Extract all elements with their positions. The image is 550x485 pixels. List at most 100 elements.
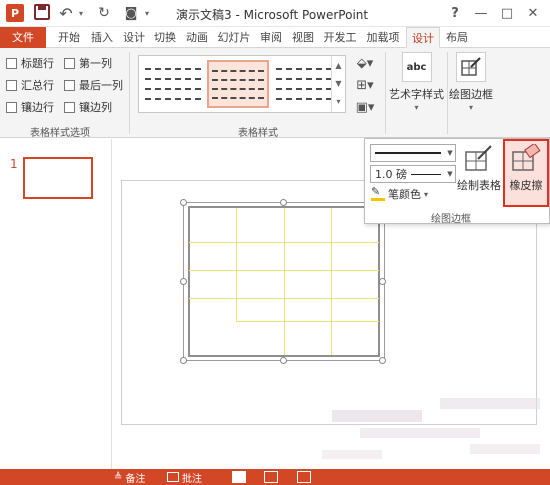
undo-icon[interactable]: ↶ (58, 4, 74, 23)
group-label-table-styles: 表格样式 (238, 128, 278, 139)
ribbon-tabs: 文件 开始 插入 设计 切换 动画 幻灯片 审阅 视图 开发工 加载项 设计 布… (0, 27, 550, 48)
comments-label: 批注 (182, 473, 202, 485)
customize-toolbar-icon[interactable]: ▾ (142, 4, 152, 22)
checkbox-box[interactable] (6, 101, 17, 113)
checkbox-box[interactable] (64, 57, 75, 69)
group-divider (447, 52, 448, 134)
table-style-option[interactable] (142, 60, 204, 108)
group-label-table-style-options: 表格样式选项 (30, 128, 90, 139)
dropdown-caret-icon: ▾ (414, 103, 419, 112)
pen-style-dropdown[interactable]: ▼ (370, 144, 456, 162)
reading-view-icon[interactable] (297, 471, 311, 483)
gallery-scroll: ▲ ▼ ▾ (331, 56, 345, 112)
resize-handle[interactable] (280, 357, 287, 364)
wordart-styles-button[interactable]: abc 艺术字样式 ▾ (389, 52, 444, 112)
table-style-option-selected[interactable] (207, 60, 269, 108)
resize-handle[interactable] (379, 357, 386, 364)
wordart-styles-label: 艺术字样式 (389, 88, 444, 101)
tab-developer[interactable]: 开发工 (320, 27, 360, 48)
tab-home[interactable]: 开始 (55, 27, 83, 48)
checkbox-label: 第一列 (79, 57, 112, 70)
tab-view[interactable]: 视图 (289, 27, 317, 48)
draw-table-label: 绘制表格 (457, 179, 501, 192)
notes-label: 备注 (125, 473, 146, 485)
slide-number: 1 (10, 157, 18, 171)
redo-icon[interactable]: ↻ (96, 4, 112, 22)
pen-color-icon: ✎ (371, 186, 385, 201)
pen-color-button[interactable]: ✎ 笔颜色 ▾ (371, 186, 428, 202)
draw-table-button[interactable]: 绘制表格 (457, 144, 501, 193)
checkbox-box[interactable] (64, 101, 75, 113)
restore-button[interactable]: □ (498, 4, 516, 22)
table-style-option[interactable] (273, 60, 335, 108)
powerpoint-logo-icon[interactable]: P (6, 4, 24, 22)
close-button[interactable]: ✕ (524, 4, 542, 22)
shading-icon[interactable]: ⬙▾ (352, 54, 378, 72)
draw-borders-panel: ▼ 1.0 磅 ▼ ✎ 笔颜色 ▾ 绘制表格 橡皮擦 绘图边框 (364, 138, 550, 225)
pen-weight-value: 1.0 磅 (375, 168, 407, 181)
effects-icon[interactable]: ▣▾ (352, 98, 378, 116)
checkbox-total-row[interactable]: 汇总行 (6, 77, 54, 93)
tab-file[interactable]: 文件 (0, 27, 46, 48)
group-divider (385, 52, 386, 134)
save-icon[interactable] (34, 4, 50, 20)
tab-transitions[interactable]: 切换 (151, 27, 179, 48)
draw-borders-label: 绘图边框 (449, 88, 493, 101)
eraser-label: 橡皮擦 (509, 179, 543, 192)
resize-handle[interactable] (280, 199, 287, 206)
tab-insert[interactable]: 插入 (88, 27, 116, 48)
watermark-scrap (322, 450, 382, 459)
tab-table-design[interactable]: 设计 (406, 27, 440, 48)
gallery-scroll-up-icon[interactable]: ▲ (332, 56, 345, 74)
table-column-line (284, 208, 285, 355)
dropdown-arrow-icon: ▾ (424, 189, 429, 199)
checkbox-box[interactable] (64, 79, 75, 91)
slideshow-icon[interactable]: ◙ (122, 4, 140, 22)
resize-handle[interactable] (180, 357, 187, 364)
draw-borders-icon (456, 52, 486, 82)
tab-table-layout[interactable]: 布局 (442, 27, 472, 48)
comments-button[interactable]: 批注 (167, 470, 202, 485)
normal-view-icon[interactable] (232, 471, 246, 483)
eraser-icon (511, 142, 541, 174)
watermark-scrap (332, 410, 422, 422)
gallery-more-icon[interactable]: ▾ (332, 92, 345, 110)
tab-slideshow[interactable]: 幻灯片 (214, 27, 254, 48)
checkbox-banded-columns[interactable]: 镶边列 (64, 99, 112, 115)
checkbox-label: 最后一列 (79, 79, 123, 92)
gallery-scroll-down-icon[interactable]: ▼ (332, 74, 345, 92)
dropdown-arrow-icon: ▼ (447, 149, 453, 157)
pen-weight-dropdown[interactable]: 1.0 磅 ▼ (370, 165, 456, 183)
checkbox-first-column[interactable]: 第一列 (64, 55, 112, 71)
checkbox-banded-rows[interactable]: 镶边行 (6, 99, 54, 115)
slide-sorter-view-icon[interactable] (264, 471, 278, 483)
tab-addins[interactable]: 加载项 (363, 27, 403, 48)
notes-icon: ≜ (114, 471, 123, 483)
table-row-line (236, 321, 379, 322)
slide-thumbnail[interactable] (23, 157, 93, 199)
help-button[interactable]: ? (446, 4, 464, 22)
checkbox-box[interactable] (6, 57, 17, 69)
minimize-button[interactable]: — (472, 4, 490, 22)
undo-dropdown-icon[interactable]: ▾ (76, 4, 86, 22)
tab-animations[interactable]: 动画 (183, 27, 211, 48)
checkbox-box[interactable] (6, 79, 17, 91)
table-column-line (331, 208, 332, 355)
checkbox-header-row[interactable]: 标题行 (6, 55, 54, 71)
resize-handle[interactable] (379, 278, 386, 285)
tab-design[interactable]: 设计 (120, 27, 148, 48)
checkbox-last-column[interactable]: 最后一列 (64, 77, 123, 93)
checkbox-label: 镶边行 (21, 101, 54, 114)
pen-weight-preview (411, 173, 441, 175)
group-divider (129, 52, 130, 134)
notes-button[interactable]: ≜ 备注 (114, 470, 146, 485)
resize-handle[interactable] (180, 199, 187, 206)
draw-borders-button[interactable]: 绘图边框 ▾ (449, 52, 493, 112)
pen-style-preview (375, 152, 441, 154)
watermark-scrap (470, 444, 540, 454)
checkbox-label: 标题行 (21, 57, 54, 70)
eraser-button[interactable]: 橡皮擦 (504, 142, 548, 193)
borders-icon[interactable]: ⊞▾ (352, 76, 378, 94)
resize-handle[interactable] (180, 278, 187, 285)
tab-review[interactable]: 审阅 (257, 27, 285, 48)
